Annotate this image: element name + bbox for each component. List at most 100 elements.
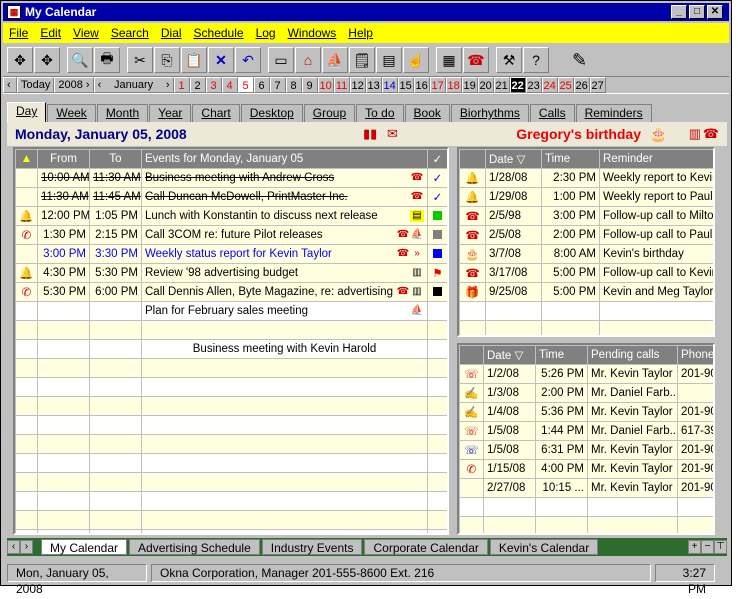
day-9[interactable]: 9 <box>301 77 318 93</box>
tab-day[interactable]: Day <box>7 102 47 122</box>
day-4[interactable]: 4 <box>221 77 238 93</box>
tab-reminders[interactable]: Reminders <box>575 104 652 122</box>
house-icon[interactable]: ⌂ <box>295 47 321 73</box>
reminder-row[interactable]: ☎ 3/17/08 5:00 PM Follow-up call to Kevin <box>459 263 713 283</box>
day-5[interactable]: 5 <box>237 77 254 93</box>
day-27[interactable]: 27 <box>589 77 606 93</box>
notes-icon[interactable]: ▥ <box>689 126 701 142</box>
reminder-row[interactable]: 🔔 1/29/08 1:00 PM Weekly report to Paul T <box>459 187 713 207</box>
event-row[interactable]: 3:00 PM 3:30 PM Weekly status report for … <box>15 244 447 264</box>
tab-month[interactable]: Month <box>96 104 149 122</box>
notepad-icon[interactable]: ▤ <box>376 47 402 73</box>
paste-icon[interactable]: 📋 <box>181 47 207 73</box>
day-26[interactable]: 26 <box>573 77 590 93</box>
tab-calls[interactable]: Calls <box>529 104 575 122</box>
tab-kevins-calendar[interactable]: Kevin's Calendar <box>489 539 599 555</box>
status-square[interactable] <box>427 206 447 226</box>
address-book-icon[interactable]: ▦ <box>436 47 462 73</box>
tab-year[interactable]: Year <box>149 104 192 122</box>
tab-chart[interactable]: Chart <box>192 104 240 122</box>
reminder-row[interactable]: 🎂 3/7/08 8:00 AM Kevin's birthday <box>459 244 713 264</box>
done-check-icon[interactable]: ✓ <box>427 187 447 207</box>
event-row[interactable]: Plan for February sales meeting ⛵ <box>15 301 447 321</box>
tab-options-icon[interactable]: ⊤ <box>714 540 727 554</box>
day-23[interactable]: 23 <box>525 77 542 93</box>
reminder-row[interactable]: 🔔 1/28/08 2:30 PM Weekly report to Kevin <box>459 168 713 188</box>
day-1[interactable]: 1 <box>173 77 190 93</box>
chart-icon[interactable]: ▮▮ <box>363 126 377 142</box>
day-17[interactable]: 17 <box>429 77 446 93</box>
tab-biorhythms[interactable]: Biorhythms <box>450 104 529 122</box>
col-reminder-time[interactable]: Time <box>541 149 600 169</box>
note-icon[interactable]: 🗒 <box>349 47 375 73</box>
day-3[interactable]: 3 <box>205 77 222 93</box>
event-row[interactable]: ✆ 1:30 PM 2:15 PM Call 3COM re: future Pil… <box>15 225 447 245</box>
day-11[interactable]: 11 <box>333 77 350 93</box>
menu-file[interactable]: File <box>3 26 34 40</box>
col-reminder-date[interactable]: Date ▽ <box>485 149 542 169</box>
day-10[interactable]: 10 <box>317 77 334 93</box>
day-13[interactable]: 13 <box>365 77 382 93</box>
tab-corporate-calendar[interactable]: Corporate Calendar <box>364 539 488 555</box>
tab-book[interactable]: Book <box>404 104 450 122</box>
call-row[interactable]: 2/27/08 10:15 ... Mr. Kevin Taylor 201-90 <box>459 478 713 498</box>
menu-log[interactable]: Log <box>250 26 282 40</box>
search-icon[interactable]: 🔍 <box>67 47 93 73</box>
tab-desktop[interactable]: Desktop <box>240 104 303 122</box>
pointer-icon[interactable]: ☝ <box>403 47 429 73</box>
tools-icon[interactable]: ⚒ <box>496 47 522 73</box>
day-8[interactable]: 8 <box>285 77 302 93</box>
move-alt-icon[interactable]: ✥ <box>34 47 60 73</box>
menu-help[interactable]: Help <box>342 26 379 40</box>
day-18[interactable]: 18 <box>445 77 462 93</box>
status-square[interactable] <box>427 244 447 264</box>
tab-advertising-schedule[interactable]: Advertising Schedule <box>129 539 260 555</box>
day-25[interactable]: 25 <box>557 77 574 93</box>
tab-industry-events[interactable]: Industry Events <box>261 539 363 555</box>
help-icon[interactable]: ? <box>523 47 549 73</box>
menu-windows[interactable]: Windows <box>282 26 343 40</box>
tab-todo[interactable]: To do <box>356 104 404 122</box>
col-events[interactable]: Events for Monday, January 05 <box>141 149 428 169</box>
day-19[interactable]: 19 <box>461 77 478 93</box>
print-icon[interactable]: 🖶 <box>94 47 120 73</box>
cut-icon[interactable]: ✂ <box>127 47 153 73</box>
col-reminder-text[interactable]: Reminder <box>599 149 713 169</box>
menu-view[interactable]: View <box>67 26 105 40</box>
maximize-button[interactable]: □ <box>689 5 705 19</box>
flag-icon[interactable]: ⚑ <box>427 263 447 283</box>
status-square[interactable] <box>427 282 447 302</box>
minimize-button[interactable]: _ <box>671 5 687 19</box>
delete-icon[interactable]: ✕ <box>208 47 234 73</box>
col-from[interactable]: From <box>37 149 90 169</box>
menu-edit[interactable]: Edit <box>34 26 67 40</box>
call-row[interactable]: ☏ 1/2/08 5:26 PM Mr. Kevin Taylor 201-90 <box>459 364 713 384</box>
event-row[interactable]: 🔔 12:00 PM 1:05 PM Lunch with Konstantin t… <box>15 206 447 226</box>
event-row[interactable]: 🔔 4:30 PM 5:30 PM Review '98 advertising b… <box>15 263 447 283</box>
day-15[interactable]: 15 <box>397 77 414 93</box>
call-row[interactable]: ☏ 1/5/08 1:44 PM Mr. Daniel Farb... 617-39 <box>459 421 713 441</box>
menu-search[interactable]: Search <box>105 26 155 40</box>
day-20[interactable]: 20 <box>477 77 494 93</box>
call-row[interactable]: ✍ 1/3/08 2:00 PM Mr. Daniel Farb... <box>459 383 713 403</box>
copy-icon[interactable]: ⎘ <box>154 47 180 73</box>
day-16[interactable]: 16 <box>413 77 430 93</box>
reminder-row[interactable]: ☎ 2/5/08 2:00 PM Follow-up call to Paul <box>459 225 713 245</box>
call-row[interactable]: ☏ 1/5/08 6:31 PM Mr. Kevin Taylor 201-90 <box>459 440 713 460</box>
col-to[interactable]: To <box>89 149 142 169</box>
add-tab-icon[interactable]: + <box>688 540 701 554</box>
month-selector[interactable]: ‹ January › <box>93 77 174 93</box>
menu-schedule[interactable]: Schedule <box>188 26 250 40</box>
col-call-time[interactable]: Time <box>535 345 588 365</box>
reminder-row[interactable]: 🎁 9/25/08 5:00 PM Kevin and Meg Taylor <box>459 282 713 302</box>
ship-icon[interactable]: ⛵ <box>322 47 348 73</box>
day-21[interactable]: 21 <box>493 77 510 93</box>
reminder-row[interactable]: ☎ 2/5/98 3:00 PM Follow-up call to Milton <box>459 206 713 226</box>
day-14[interactable]: 14 <box>381 77 398 93</box>
day-22[interactable]: 22 <box>509 77 526 93</box>
event-row[interactable]: 11:30 AM 11:45 AM Call Duncan McDowell, P… <box>15 187 447 207</box>
call-row[interactable]: ✆ 1/15/08 4:00 PM Mr. Kevin Taylor 201-90 <box>459 459 713 479</box>
status-square[interactable] <box>427 225 447 245</box>
day-6[interactable]: 6 <box>253 77 270 93</box>
tab-group[interactable]: Group <box>303 104 356 122</box>
